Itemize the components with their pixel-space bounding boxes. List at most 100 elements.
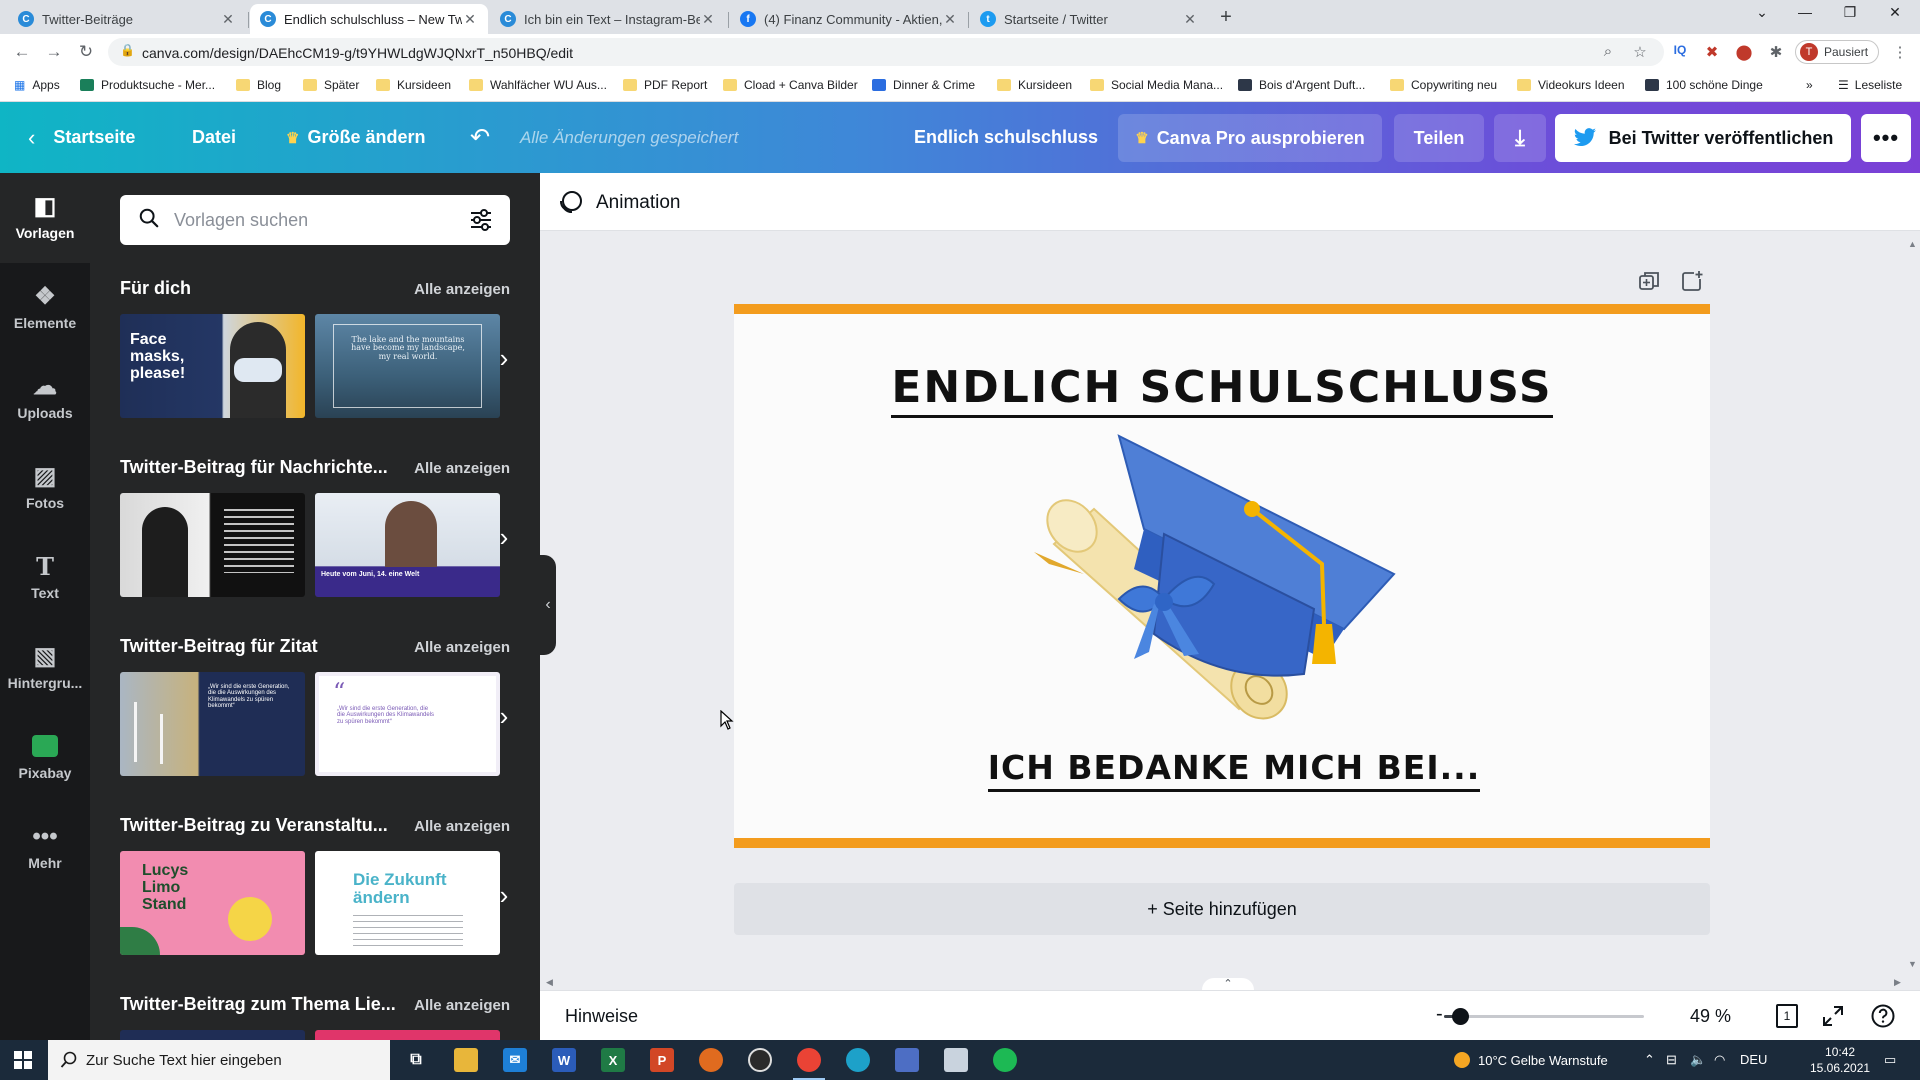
template-thumbnail[interactable]: Lucys Limo Stand xyxy=(120,851,305,955)
close-tab-icon[interactable]: ✕ xyxy=(942,11,958,28)
extension-icon[interactable]: ✖ xyxy=(1702,43,1722,61)
bookmark-item[interactable]: Videokurs Ideen xyxy=(1517,78,1625,92)
browser-tab[interactable]: C Ich bin ein Text – Instagram-Beit ✕ xyxy=(490,4,726,34)
see-all-link[interactable]: Alle anzeigen xyxy=(414,818,510,835)
restore-icon[interactable]: ❐ xyxy=(1830,4,1870,21)
close-tab-icon[interactable]: ✕ xyxy=(462,11,478,28)
obs-icon[interactable] xyxy=(748,1048,772,1072)
bookmark-item[interactable]: PDF Report xyxy=(623,78,707,92)
zoom-slider[interactable] xyxy=(1444,1008,1644,1025)
template-thumbnail[interactable]: Heute vom Juni, 14. eine Welt xyxy=(315,493,500,597)
zoom-out-icon[interactable]: - xyxy=(1436,1003,1443,1026)
notes-button[interactable]: Hinweise xyxy=(565,1006,638,1027)
bookmark-item[interactable]: 100 schöne Dinge xyxy=(1645,78,1763,92)
browser-tab[interactable]: t Startseite / Twitter ✕ xyxy=(970,4,1208,34)
design-name[interactable]: Endlich schulschluss xyxy=(914,102,1098,173)
notes-expand-tab[interactable]: ⌃ xyxy=(1202,978,1254,990)
reload-icon[interactable]: ↻ xyxy=(74,42,98,62)
rail-item-background[interactable]: ▧ Hintergru... xyxy=(0,623,90,713)
home-button[interactable]: ‹ Startseite xyxy=(28,102,135,173)
try-pro-button[interactable]: ♛ Canva Pro ausprobieren xyxy=(1118,114,1382,162)
chevron-right-icon[interactable]: › xyxy=(494,880,514,911)
help-icon[interactable] xyxy=(1870,1003,1896,1029)
filter-sliders-icon[interactable] xyxy=(468,207,494,233)
template-thumbnail[interactable]: Die Zukunft ändern xyxy=(315,851,500,955)
excel-icon[interactable]: X xyxy=(601,1048,625,1072)
weather-widget[interactable]: 10°C Gelbe Warnstufe xyxy=(1454,1052,1608,1068)
network-icon[interactable]: ⊟ xyxy=(1666,1052,1677,1068)
see-all-link[interactable]: Alle anzeigen xyxy=(414,639,510,656)
fullscreen-icon[interactable] xyxy=(1820,1003,1846,1029)
rail-item-pixabay[interactable]: Pixabay xyxy=(0,713,90,803)
page-count-icon[interactable]: 1 xyxy=(1776,1004,1798,1028)
rail-item-templates[interactable]: ◧ Vorlagen xyxy=(0,173,90,263)
rail-item-more[interactable]: ••• Mehr xyxy=(0,803,90,893)
rail-item-text[interactable]: T Text xyxy=(0,533,90,623)
close-window-icon[interactable]: ✕ xyxy=(1875,4,1915,21)
template-thumbnail[interactable]: “ „Wir sind die erste Generation, die di… xyxy=(315,672,500,776)
browser-menu-icon[interactable]: ⋮ xyxy=(1890,43,1910,61)
rail-item-uploads[interactable]: ☁ Uploads xyxy=(0,353,90,443)
notification-icon[interactable]: ▭ xyxy=(1884,1052,1896,1068)
app-icon[interactable] xyxy=(699,1048,723,1072)
resize-button[interactable]: ♛ Größe ändern xyxy=(286,102,425,173)
more-options-button[interactable]: ••• xyxy=(1861,114,1911,162)
rail-item-elements[interactable]: ❖ Elemente xyxy=(0,263,90,353)
bookmark-item[interactable]: Bois d'Argent Duft... xyxy=(1238,78,1365,92)
add-page-icon[interactable] xyxy=(1680,269,1704,293)
bookmark-item[interactable]: Social Media Mana... xyxy=(1090,78,1223,92)
reading-list[interactable]: ☰ Leseliste xyxy=(1838,78,1902,92)
zoom-slider-handle[interactable] xyxy=(1451,1008,1469,1025)
extensions-puzzle-icon[interactable]: ✱ xyxy=(1766,43,1786,61)
new-tab-button[interactable]: + xyxy=(1214,6,1238,29)
graduation-cap-illustration[interactable] xyxy=(1024,424,1424,724)
zoom-icon[interactable]: ⌕ xyxy=(1598,43,1618,60)
close-tab-icon[interactable]: ✕ xyxy=(700,11,716,28)
bookmark-star-icon[interactable]: ☆ xyxy=(1630,43,1650,61)
forward-icon[interactable]: → xyxy=(42,42,66,62)
profile-button[interactable]: T Pausiert xyxy=(1795,40,1880,64)
template-thumbnail[interactable]: „Wir sind die erste Generation, die die … xyxy=(120,672,305,776)
edge-icon[interactable] xyxy=(846,1048,870,1072)
url-text[interactable]: canva.com/design/DAEhcCM19-g/t9YHWLdgWJQ… xyxy=(142,45,573,61)
taskbar-clock[interactable]: 10:42 15.06.2021 xyxy=(1810,1044,1870,1076)
volume-icon[interactable]: 🔈 xyxy=(1690,1052,1706,1068)
close-tab-icon[interactable]: ✕ xyxy=(1182,11,1198,28)
bookmarks-overflow[interactable]: » xyxy=(1806,78,1813,92)
template-thumbnail[interactable] xyxy=(315,1030,500,1040)
bookmark-apps[interactable]: ▦ Apps xyxy=(14,78,60,92)
template-thumbnail[interactable]: The lake and the mountains have become m… xyxy=(315,314,500,418)
file-menu[interactable]: Datei xyxy=(192,102,236,173)
publish-twitter-button[interactable]: Bei Twitter veröffentlichen xyxy=(1555,114,1851,162)
bookmark-item[interactable]: Cload + Canva Bilder xyxy=(723,78,858,92)
chevron-right-icon[interactable]: › xyxy=(494,701,514,732)
close-tab-icon[interactable]: ✕ xyxy=(220,11,236,28)
app-icon[interactable] xyxy=(895,1048,919,1072)
see-all-link[interactable]: Alle anzeigen xyxy=(414,997,510,1014)
chevron-right-icon[interactable]: › xyxy=(494,522,514,553)
bookmark-item[interactable]: Dinner & Crime xyxy=(872,78,975,92)
windows-start-icon[interactable] xyxy=(14,1051,32,1069)
back-icon[interactable]: ← xyxy=(10,42,34,62)
tray-chevron-icon[interactable]: ⌃ xyxy=(1644,1052,1655,1068)
animation-button[interactable]: Animation xyxy=(596,192,681,214)
mail-icon[interactable]: ✉ xyxy=(503,1048,527,1072)
scroll-left-arrow-icon[interactable]: ◀ xyxy=(546,977,553,988)
design-heading[interactable]: ENDLICH SCHULSCHLUSS xyxy=(734,362,1710,418)
extension-iq-icon[interactable]: IQ xyxy=(1670,43,1690,57)
input-language[interactable]: DEU xyxy=(1740,1052,1767,1067)
download-icon[interactable]: ⤓ xyxy=(1494,114,1546,162)
word-icon[interactable]: W xyxy=(552,1048,576,1072)
bookmark-item[interactable]: Produktsuche - Mer... xyxy=(80,78,215,92)
scroll-up-arrow-icon[interactable]: ▲ xyxy=(1908,239,1917,249)
zoom-percentage[interactable]: 49 % xyxy=(1690,1006,1731,1027)
bookmark-item[interactable]: Wahlfächer WU Aus... xyxy=(469,78,607,92)
bookmark-item[interactable]: Kursideen xyxy=(376,78,451,92)
bookmark-item[interactable]: Copywriting neu xyxy=(1390,78,1497,92)
design-page[interactable]: ENDLICH SCHULSCHLUSS ICH BEDANKE MICH BE… xyxy=(734,304,1710,848)
file-explorer-icon[interactable] xyxy=(454,1048,478,1072)
browser-tab[interactable]: C Twitter-Beiträge ✕ xyxy=(8,4,246,34)
add-page-button[interactable]: + Seite hinzufügen xyxy=(734,883,1710,935)
bookmark-item[interactable]: Blog xyxy=(236,78,281,92)
powerpoint-icon[interactable]: P xyxy=(650,1048,674,1072)
